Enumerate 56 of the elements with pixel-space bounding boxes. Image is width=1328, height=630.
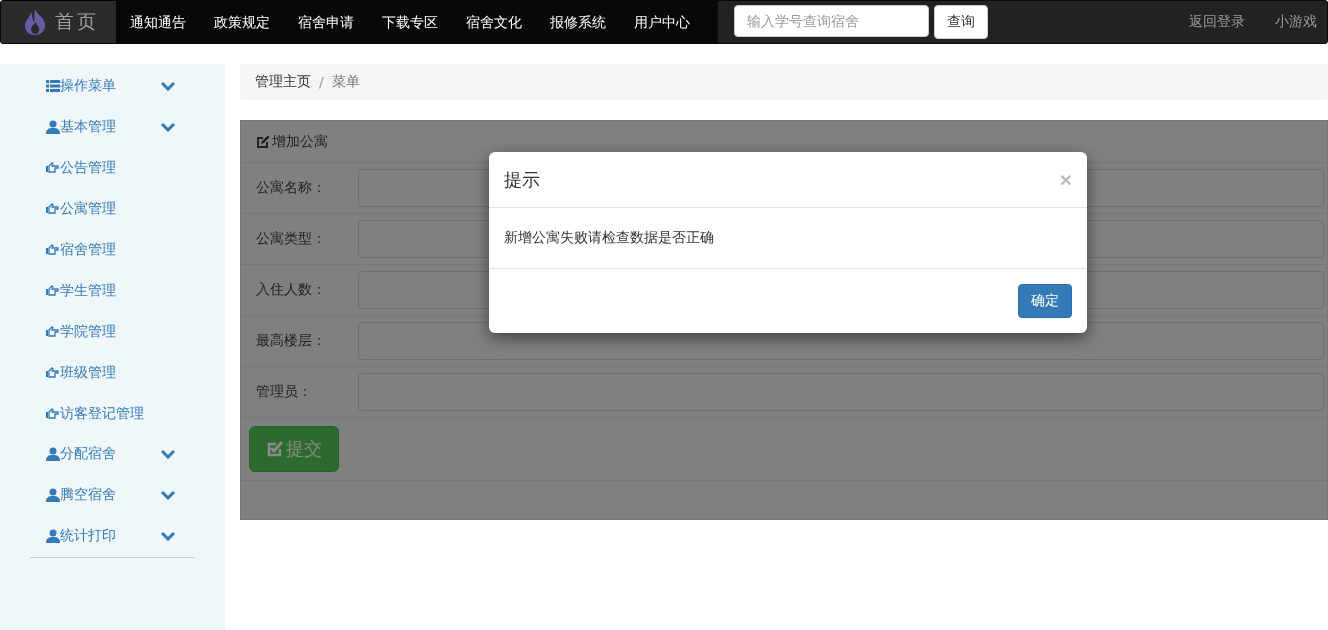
ok-button[interactable]: 确定 [1018,284,1072,318]
hand-pointer-icon [46,244,60,256]
sidebar-item[interactable]: 分配宿舍 [0,434,225,475]
user-icon [46,488,60,503]
hand-pointer-icon [46,366,60,379]
chevron-down-icon [161,449,175,459]
nav-link[interactable]: 宿舍文化 [452,1,536,43]
hand-pointer-icon [46,162,60,175]
sidebar-item[interactable]: 公告管理 [0,147,225,189]
nav-link[interactable]: 报修系统 [536,1,620,43]
dialog-message: 新增公寓失败请检查数据是否正确 [504,229,714,247]
sidebar-item[interactable]: 学院管理 [0,311,225,353]
hand-pointer-icon [46,203,60,216]
dialog-title: 提示 [504,167,540,192]
hand-pointer-icon [46,325,60,338]
field-label: 公寓名称： [256,179,327,197]
chevron-down-icon [161,81,175,91]
sidebar-item[interactable]: 统计打印 [0,515,225,557]
field-label: 入住人数： [256,281,327,299]
nav-link[interactable]: 下载专区 [368,1,452,43]
field-label: 最高楼层： [256,332,327,350]
breadcrumb-separator: / [319,74,324,90]
edit-icon [256,134,270,149]
user-icon [46,447,60,462]
field-label: 公寓类型： [256,230,327,248]
nav-link[interactable]: 返回登录 [1189,13,1245,31]
sidebar-item[interactable]: 宿舍管理 [0,229,225,271]
flame-icon [23,8,47,36]
hand-pointer-icon [46,284,60,297]
user-icon [46,120,60,135]
sidebar-item[interactable]: 班级管理 [0,352,225,394]
breadcrumb-link[interactable]: 菜单 [331,73,360,91]
sidebar-item[interactable]: 公寓管理 [0,188,225,230]
search-button[interactable]: 查询 [934,5,988,39]
search-field[interactable]: 输入学号查询宿舍 [734,5,929,37]
nav-link[interactable]: 小游戏 [1275,13,1317,31]
nav-link[interactable]: 政策规定 [200,1,284,43]
field-label: 管理员： [256,383,313,401]
list-icon [46,80,60,93]
brand-link[interactable]: 首页 [1,1,116,43]
sidebar-item[interactable]: 学生管理 [0,270,225,312]
chevron-down-icon [161,531,175,541]
nav-link[interactable]: 宿舍申请 [284,1,368,43]
chevron-down-icon [161,122,175,132]
sidebar-item[interactable]: 腾空宿舍 [0,474,225,516]
nav-link[interactable]: 通知通告 [116,1,200,43]
user-icon [46,529,60,544]
sidebar-item[interactable]: 访客登记管理 [0,393,225,434]
chevron-down-icon [161,490,175,500]
breadcrumb-link[interactable]: 管理主页 [255,73,311,91]
check-square-icon [266,440,284,458]
hand-pointer-icon [46,407,60,420]
sidebar-item[interactable]: 操作菜单 [0,66,225,107]
panel-title: 增加公寓 [272,132,328,151]
sidebar-item[interactable]: 基本管理 [0,106,225,148]
nav-link[interactable]: 用户中心 [620,1,704,43]
